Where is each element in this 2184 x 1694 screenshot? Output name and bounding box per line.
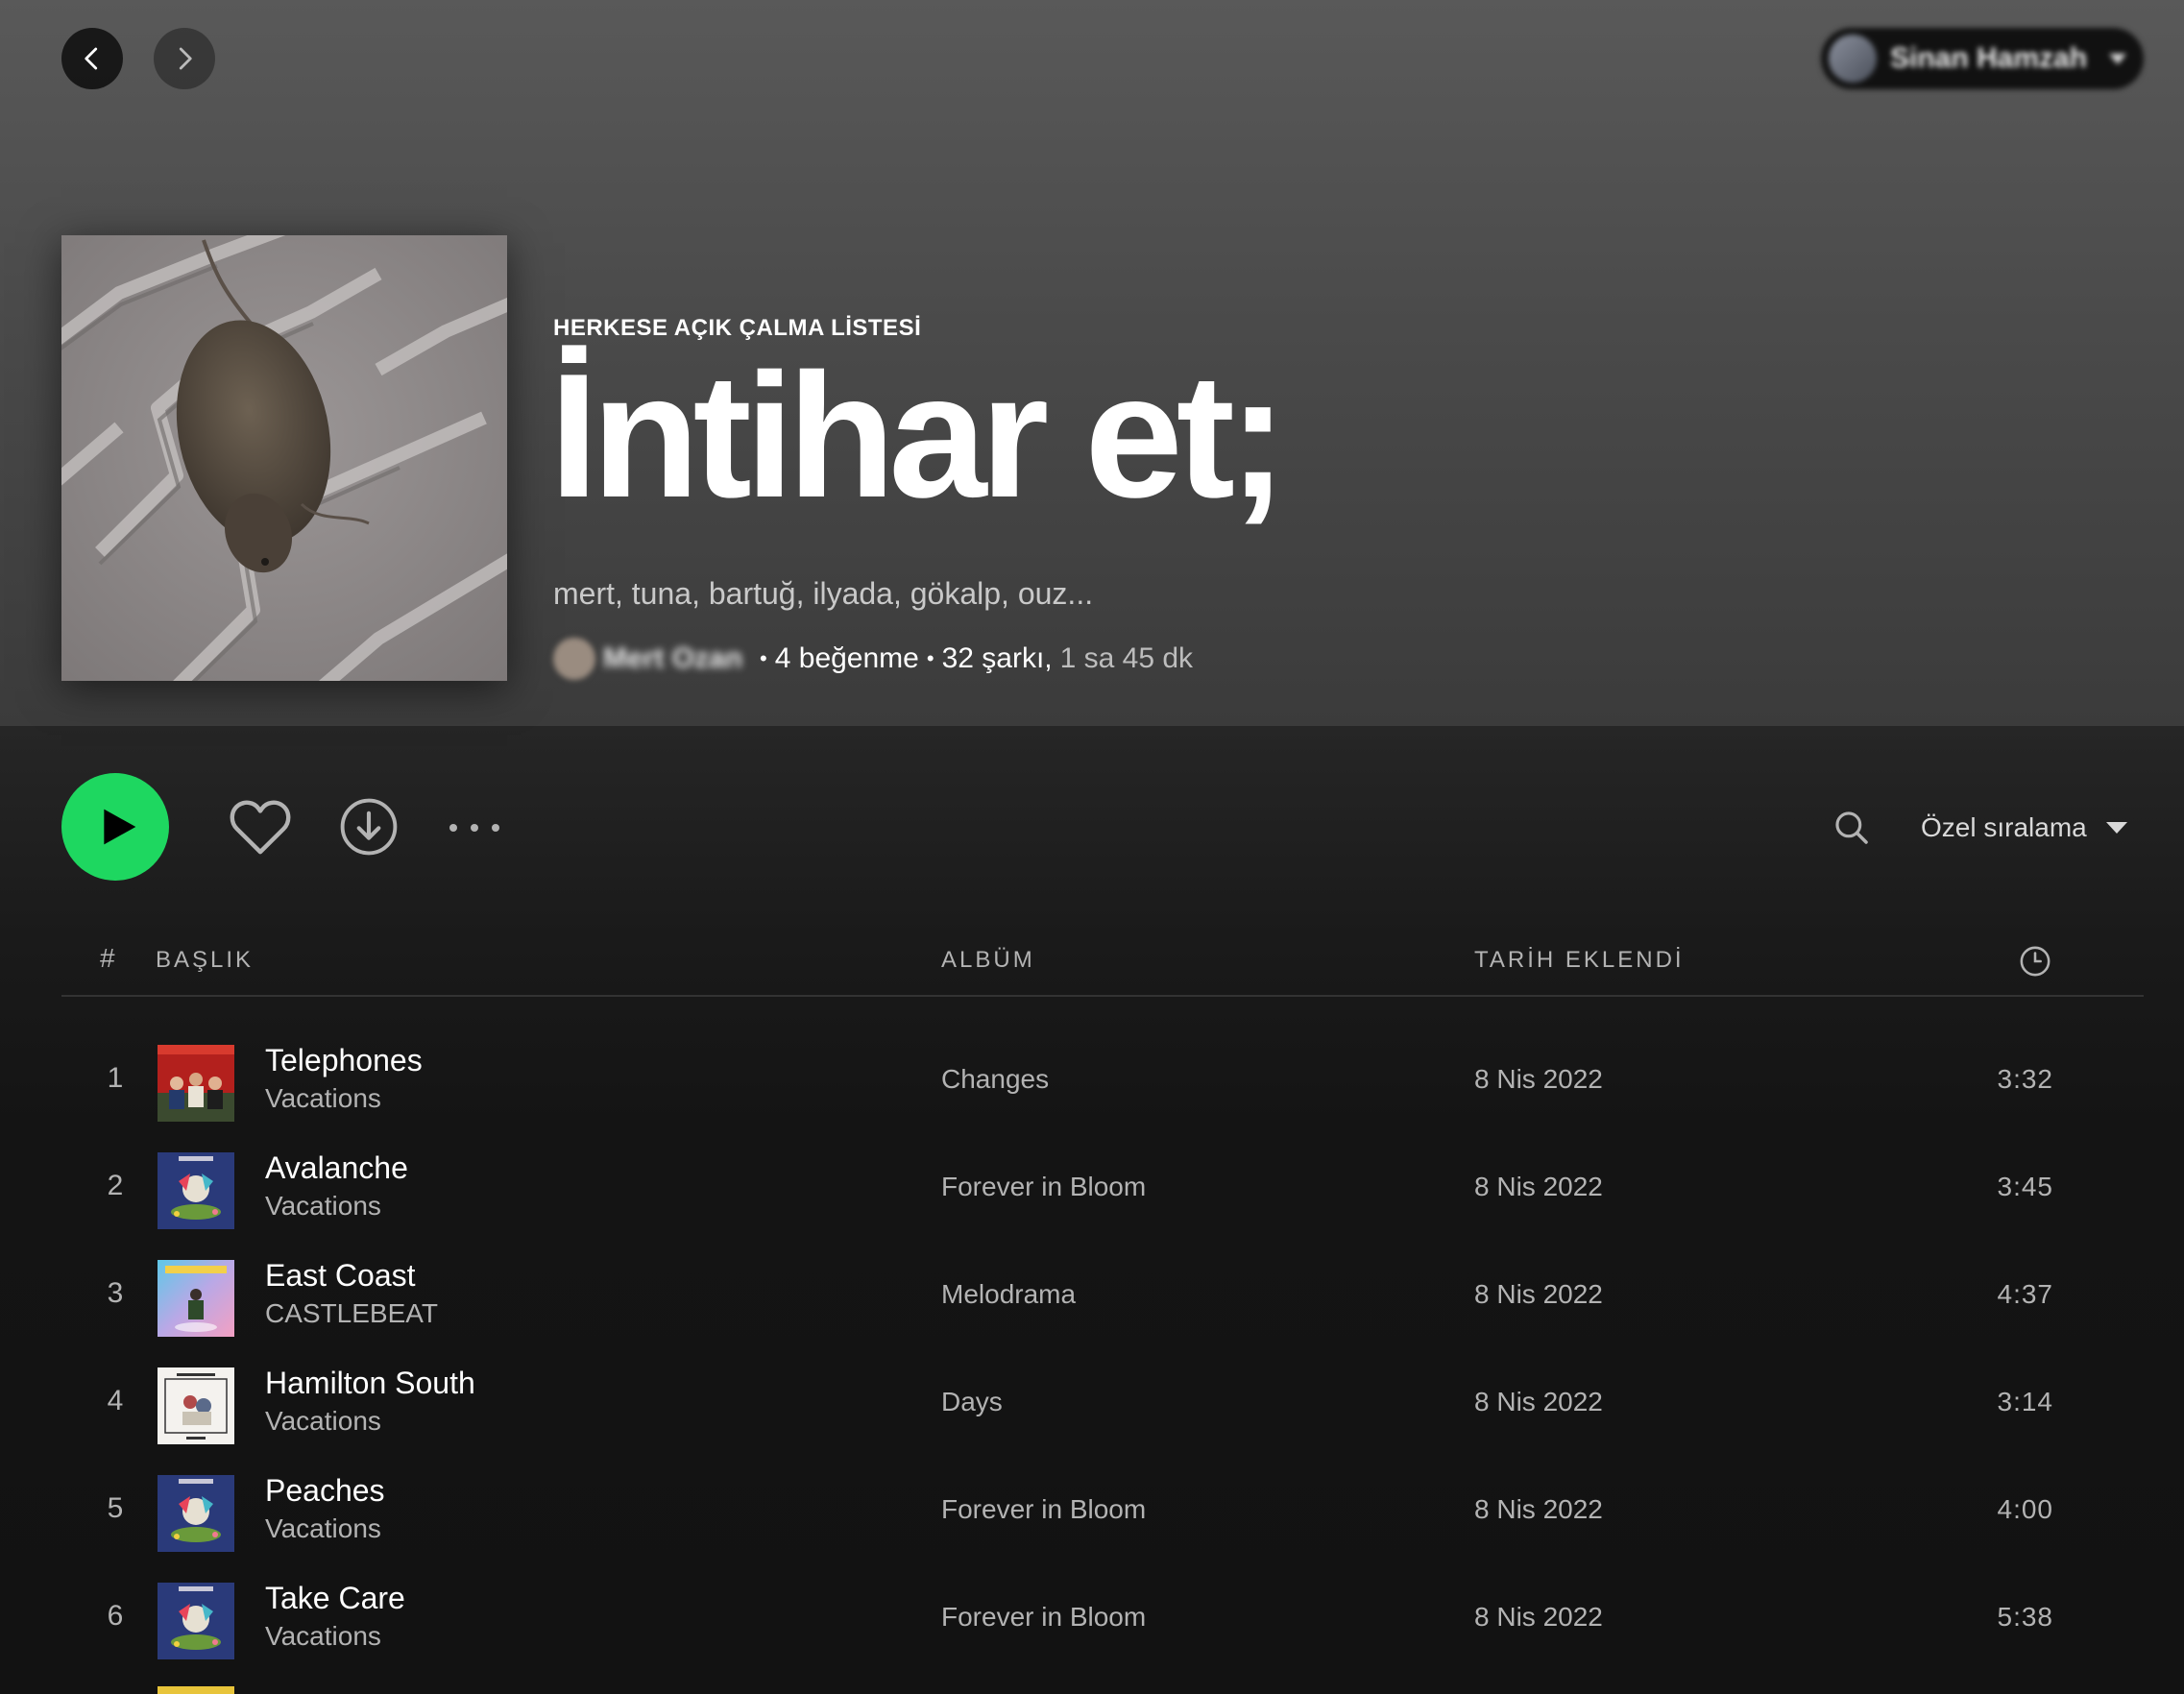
track-title[interactable]: Peaches [265, 1473, 385, 1509]
track-title[interactable]: Avalanche [265, 1150, 408, 1186]
track-date-added: 8 Nis 2022 [1474, 1387, 1603, 1416]
album-art-thumbnail [158, 1583, 234, 1659]
user-name: Sinan Hamzah [1890, 42, 2088, 74]
track-date-added: 8 Nis 2022 [1474, 1064, 1603, 1094]
track-duration: 3:45 [1997, 1172, 2053, 1201]
track-album[interactable]: Melodrama [941, 1279, 1076, 1310]
track-number: 5 [107, 1492, 124, 1524]
track-duration: 3:32 [1997, 1064, 2053, 1094]
owner-link[interactable]: Mert Ozan [603, 642, 742, 675]
chevron-left-icon [85, 47, 98, 70]
track-album[interactable]: Forever in Bloom [941, 1172, 1146, 1202]
track-number: 2 [107, 1170, 124, 1201]
meta-separator: • [926, 646, 934, 670]
track-date-added: 8 Nis 2022 [1474, 1279, 1603, 1309]
column-album-header[interactable]: ALBÜM [941, 947, 1035, 974]
album-art-thumbnail [158, 1260, 234, 1337]
track-artist[interactable]: Vacations [265, 1621, 381, 1652]
album-art-thumbnail [158, 1045, 234, 1122]
track-row[interactable]: 6 Take Care Vacations Forever in Bloom 8… [61, 1567, 2144, 1675]
clock-icon[interactable] [2019, 945, 2051, 978]
column-date-added-header[interactable]: TARİH EKLENDİ [1474, 947, 1685, 974]
track-number: 4 [107, 1385, 124, 1416]
more-dots-icon [449, 824, 499, 832]
heart-icon [230, 800, 291, 855]
track-artist[interactable]: Vacations [265, 1083, 381, 1114]
track-duration: 4:00 [1997, 1494, 2053, 1524]
rat-photo-image [61, 235, 507, 681]
owner-avatar [553, 638, 595, 680]
caret-down-icon [2105, 822, 2127, 834]
track-title[interactable]: Hamilton South [265, 1366, 475, 1401]
user-avatar [1829, 35, 1877, 83]
caret-down-icon [2109, 53, 2126, 64]
track-artist[interactable]: Vacations [265, 1513, 381, 1544]
column-number-header: # [100, 943, 115, 973]
playlist-cover-image[interactable] [61, 235, 507, 681]
track-album[interactable]: Changes [941, 1064, 1049, 1095]
track-date-added: 8 Nis 2022 [1474, 1494, 1603, 1524]
chevron-right-icon [179, 47, 192, 70]
download-button[interactable] [338, 796, 400, 858]
track-date-added: 8 Nis 2022 [1474, 1172, 1603, 1201]
like-button[interactable] [227, 795, 294, 859]
track-duration: 4:37 [1997, 1279, 2053, 1309]
next-row-album-art-peek [158, 1686, 234, 1694]
track-title[interactable]: East Coast [265, 1258, 416, 1294]
days-album-art [158, 1367, 234, 1444]
search-in-playlist-button[interactable] [1831, 807, 1873, 849]
search-icon [1835, 811, 1868, 844]
playlist-description: mert, tuna, bartuğ, ilyada, gökalp, ouz.… [553, 576, 1094, 611]
track-duration: 5:38 [1997, 1602, 2053, 1632]
track-artist[interactable]: Vacations [265, 1191, 381, 1222]
track-title[interactable]: Telephones [265, 1043, 423, 1078]
track-row[interactable]: 4 Hamilton South Vacations Days 8 Nis 20… [61, 1352, 2144, 1460]
playlist-title[interactable]: İntihar et; [549, 338, 1287, 533]
play-icon [104, 809, 136, 845]
track-number: 6 [107, 1600, 124, 1632]
track-artist[interactable]: CASTLEBEAT [265, 1298, 438, 1329]
sort-label: Özel sıralama [1921, 812, 2087, 842]
track-date-added: 8 Nis 2022 [1474, 1602, 1603, 1632]
sort-dropdown[interactable]: Özel sıralama [1921, 803, 2127, 853]
song-count: 32 şarkı, [941, 642, 1053, 674]
total-duration: 1 sa 45 dk [1059, 642, 1194, 674]
playlist-page: Sinan Hamzah HERKESE AÇIK ÇALMA LİSTESİ … [0, 0, 2184, 1694]
track-album[interactable]: Days [941, 1387, 1003, 1417]
column-title-header[interactable]: BAŞLIK [156, 947, 254, 974]
album-art-thumbnail [158, 1152, 234, 1229]
album-art-thumbnail [158, 1475, 234, 1552]
track-row[interactable]: 3 East Coast CASTLEBEAT Melodrama 8 Nis … [61, 1245, 2144, 1352]
forward-button[interactable] [154, 28, 215, 89]
track-row[interactable]: 5 Peaches Vacations Forever in Bloom 8 N… [61, 1460, 2144, 1567]
album-art-thumbnail [158, 1367, 234, 1444]
track-album[interactable]: Forever in Bloom [941, 1494, 1146, 1525]
download-icon [340, 798, 398, 856]
play-button[interactable] [61, 773, 169, 881]
melodrama-album-art [158, 1260, 234, 1337]
playlist-meta: Mert Ozan • 4 beğenme • 32 şarkı, 1 sa 4… [553, 638, 1194, 680]
track-artist[interactable]: Vacations [265, 1406, 381, 1437]
track-row[interactable]: 2 Avalanche Vacations Forever in Bloom 8… [61, 1137, 2144, 1245]
user-menu-button[interactable]: Sinan Hamzah [1821, 28, 2144, 89]
track-album[interactable]: Forever in Bloom [941, 1602, 1146, 1633]
forever-in-bloom-album-art [158, 1152, 234, 1229]
back-button[interactable] [61, 28, 123, 89]
likes-count: 4 beğenme [774, 642, 919, 674]
track-number: 1 [107, 1062, 124, 1094]
track-title[interactable]: Take Care [265, 1581, 405, 1616]
track-number: 3 [107, 1277, 124, 1309]
changes-album-art [158, 1045, 234, 1122]
track-row[interactable]: 1 Telephones Vacations Changes 8 Nis 202… [61, 1029, 2144, 1137]
forever-in-bloom-album-art [158, 1475, 234, 1552]
more-options-button[interactable] [446, 811, 503, 845]
meta-separator: • [760, 646, 767, 670]
forever-in-bloom-album-art [158, 1583, 234, 1659]
tracklist-header: # BAŞLIK ALBÜM TARİH EKLENDİ [61, 932, 2144, 997]
track-duration: 3:14 [1997, 1387, 2053, 1416]
